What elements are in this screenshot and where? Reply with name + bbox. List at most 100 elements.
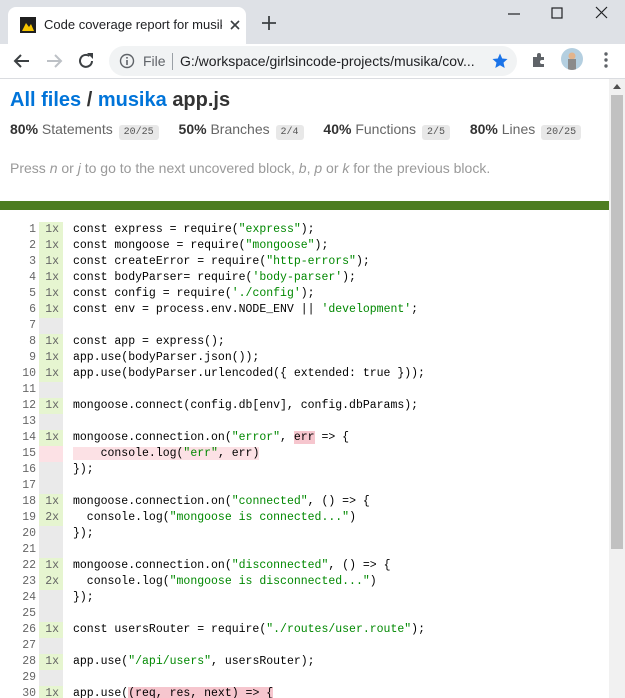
file-name: app.js xyxy=(172,89,231,111)
line-number[interactable]: 3 xyxy=(0,254,36,270)
stat-statements-label: Statements xyxy=(41,121,113,137)
code-row: 5 1x const config = require('./config'); xyxy=(0,286,609,302)
code-row: 28 1x app.use("/api/users", usersRouter); xyxy=(0,654,609,670)
line-number[interactable]: 2 xyxy=(0,238,36,254)
line-number[interactable]: 11 xyxy=(0,382,36,398)
line-number[interactable]: 28 xyxy=(0,654,36,670)
breadcrumb-separator: / xyxy=(81,89,98,111)
code-row: 18 1x mongoose.connection.on("connected", … xyxy=(0,494,609,510)
reload-icon[interactable] xyxy=(76,51,96,71)
url-text[interactable]: G:/workspace/girlsincode-projects/musika… xyxy=(180,53,480,69)
address-bar[interactable]: File G:/workspace/girlsincode-projects/m… xyxy=(109,46,517,76)
vertical-scrollbar[interactable] xyxy=(609,79,625,698)
line-number[interactable]: 21 xyxy=(0,542,36,558)
code-row: 13 xyxy=(0,414,609,430)
line-hit-count xyxy=(39,414,63,430)
window-close-icon[interactable] xyxy=(592,4,612,24)
code-row: 15 console.log("err", err) xyxy=(0,446,609,462)
line-number[interactable]: 8 xyxy=(0,334,36,350)
line-hit-count: 1x xyxy=(39,222,63,238)
line-number[interactable]: 1 xyxy=(0,222,36,238)
line-hit-count: 1x xyxy=(39,286,63,302)
forward-icon[interactable] xyxy=(44,51,64,71)
line-number[interactable]: 18 xyxy=(0,494,36,510)
line-number[interactable]: 24 xyxy=(0,590,36,606)
address-separator xyxy=(172,53,173,70)
stat-functions: 40% Functions 2/5 xyxy=(323,121,450,140)
extensions-puzzle-icon[interactable] xyxy=(530,51,548,69)
line-number[interactable]: 23 xyxy=(0,574,36,590)
line-hit-count xyxy=(39,670,63,686)
line-hit-count: 1x xyxy=(39,270,63,286)
line-hit-count xyxy=(39,542,63,558)
code-row: 29 xyxy=(0,670,609,686)
profile-avatar[interactable] xyxy=(561,48,583,70)
code-row: 10 1x app.use(bodyParser.urlencoded({ exte… xyxy=(0,366,609,382)
code-text: app.use(bodyParser.urlencoded({ extended… xyxy=(73,367,425,380)
line-number[interactable]: 30 xyxy=(0,686,36,698)
info-icon[interactable] xyxy=(119,53,135,69)
line-number[interactable]: 27 xyxy=(0,638,36,654)
back-icon[interactable] xyxy=(12,51,32,71)
code-text: app.use((req, res, next) => { xyxy=(73,687,274,698)
line-hit-count xyxy=(39,606,63,622)
code-text: const app = express(); xyxy=(73,335,225,348)
close-tab-icon[interactable] xyxy=(227,17,243,33)
line-number[interactable]: 26 xyxy=(0,622,36,638)
stat-lines-pct: 80% xyxy=(469,121,498,137)
line-number[interactable]: 10 xyxy=(0,366,36,382)
line-hit-count: 1x xyxy=(39,686,63,698)
avatar-figure-icon xyxy=(568,52,576,70)
line-number[interactable]: 6 xyxy=(0,302,36,318)
code-text: console.log("err", err) xyxy=(73,447,260,460)
line-number[interactable]: 22 xyxy=(0,558,36,574)
stat-lines: 80% Lines 20/25 xyxy=(469,121,582,140)
code-text: mongoose.connection.on("connected", () =… xyxy=(73,495,370,508)
folder-link[interactable]: musika xyxy=(98,89,167,111)
minimize-icon[interactable] xyxy=(504,4,524,24)
line-number[interactable]: 17 xyxy=(0,478,36,494)
bookmark-star-icon[interactable] xyxy=(491,52,509,70)
code-row: 1 1x const express = require("express"); xyxy=(0,222,609,238)
stat-functions-pct: 40% xyxy=(323,121,352,137)
line-hit-count: 1x xyxy=(39,430,63,446)
scroll-thumb[interactable] xyxy=(611,95,623,549)
line-number[interactable]: 14 xyxy=(0,430,36,446)
line-hit-count: 1x xyxy=(39,398,63,414)
code-row: 17 xyxy=(0,478,609,494)
new-tab-icon[interactable] xyxy=(260,14,278,32)
browser-menu-icon[interactable] xyxy=(598,51,614,69)
line-number[interactable]: 20 xyxy=(0,526,36,542)
code-row: 4 1x const bodyParser= require('body-parse… xyxy=(0,270,609,286)
stat-lines-label: Lines xyxy=(501,121,536,137)
scroll-up-arrow-icon[interactable] xyxy=(613,83,621,89)
line-number[interactable]: 12 xyxy=(0,398,36,414)
line-number[interactable]: 16 xyxy=(0,462,36,478)
code-row: 8 1x const app = express(); xyxy=(0,334,609,350)
code-text: const bodyParser= require('body-parser')… xyxy=(73,271,356,284)
line-number[interactable]: 5 xyxy=(0,286,36,302)
line-number[interactable]: 9 xyxy=(0,350,36,366)
line-number[interactable]: 7 xyxy=(0,318,36,334)
line-number[interactable]: 19 xyxy=(0,510,36,526)
code-row: 11 xyxy=(0,382,609,398)
line-number[interactable]: 4 xyxy=(0,270,36,286)
line-hit-count xyxy=(39,462,63,478)
line-hit-count xyxy=(39,526,63,542)
maximize-icon[interactable] xyxy=(547,4,567,24)
stat-branches-pct: 50% xyxy=(178,121,207,137)
line-number[interactable]: 29 xyxy=(0,670,36,686)
code-row: 25 xyxy=(0,606,609,622)
code-text: const express = require("express"); xyxy=(73,223,315,236)
code-text: const env = process.env.NODE_ENV || 'dev… xyxy=(73,303,419,316)
line-number[interactable]: 15 xyxy=(0,446,36,462)
report-header: All files / musika app.js 80% Statements… xyxy=(0,79,609,177)
stat-lines-fraction: 20/25 xyxy=(541,125,582,140)
browser-tab[interactable]: Code coverage report for musika xyxy=(8,7,246,44)
line-hit-count xyxy=(39,446,63,462)
all-files-link[interactable]: All files xyxy=(10,89,81,111)
line-number[interactable]: 25 xyxy=(0,606,36,622)
line-number[interactable]: 13 xyxy=(0,414,36,430)
code-text: mongoose.connection.on("error", err => { xyxy=(73,431,350,444)
line-hit-count: 1x xyxy=(39,558,63,574)
